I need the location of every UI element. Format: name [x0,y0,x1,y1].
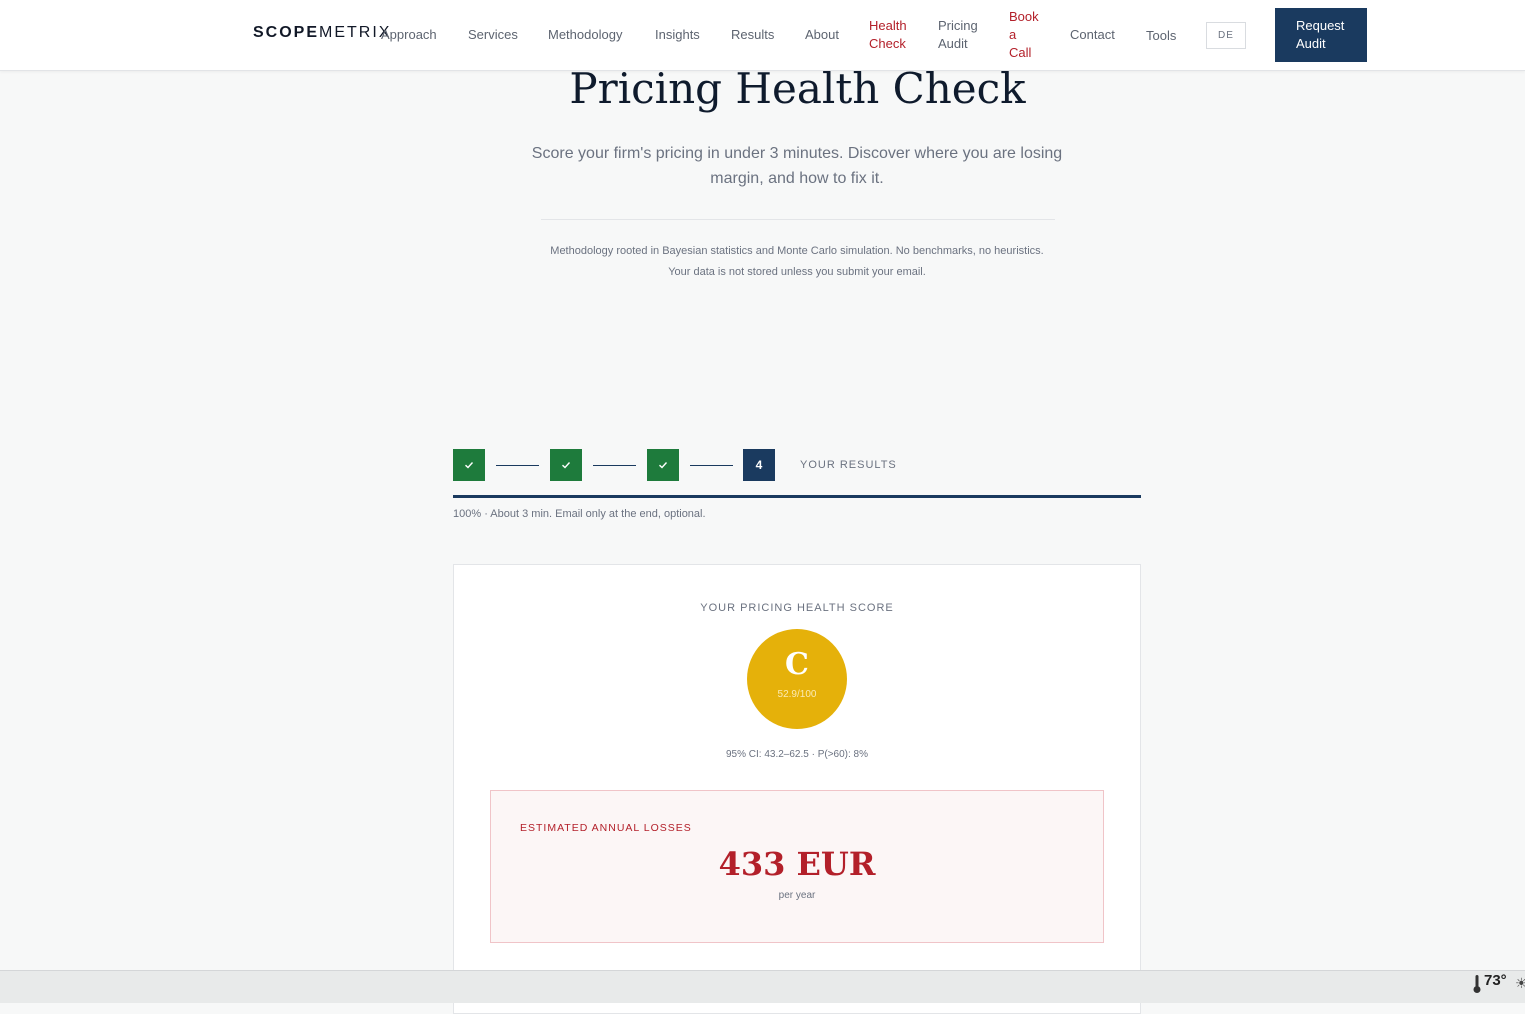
step-1-complete[interactable] [453,449,485,481]
step-connector [690,465,733,466]
methodology-note: Methodology rooted in Bayesian statistic… [500,241,1094,283]
page-subtitle: Score your firm's pricing in under 3 min… [531,145,1063,187]
request-audit-line1: Request [1296,18,1345,33]
nav-book-call-line2: a [1009,27,1017,42]
loss-value: 433 EUR [718,845,876,883]
loss-unit: per year [778,890,816,901]
step-connector [593,465,636,466]
language-toggle[interactable]: DE [1206,22,1246,49]
check-icon [465,462,474,469]
step-3-complete[interactable] [647,449,679,481]
nav-services[interactable]: Services [468,26,518,44]
step-connector [496,465,539,466]
logo[interactable]: SCOPEMETRIX [253,24,391,42]
weather-temperature[interactable]: 73° [1484,972,1507,989]
nav-contact[interactable]: Contact [1070,26,1115,44]
nav-pricing-audit[interactable]: Pricing Audit [938,17,978,53]
step-2-complete[interactable] [550,449,582,481]
nav-book-a-call[interactable]: Book a Call [1009,8,1039,62]
step-4-current: 4 [743,449,775,481]
request-audit-line2: Audit [1296,36,1326,51]
privacy-line: Your data is not stored unless you submi… [668,266,926,278]
progress-text: 100% · About 3 min. Email only at the en… [453,508,706,520]
nav-approach[interactable]: Approach [381,26,437,44]
nav-pricing-audit-line2: Audit [938,36,968,51]
taskbar [0,970,1525,1003]
nav-book-call-line3: Call [1009,45,1032,60]
nav-health-check-line2: Check [869,36,906,51]
confidence-interval: 95% CI: 43.2–62.5 · P(>60): 8% [725,749,869,760]
check-icon [562,462,571,469]
progress-bar-fill [453,495,1141,498]
sun-icon: ☀ [1515,975,1525,991]
nav-pricing-audit-line1: Pricing [938,18,978,33]
nav-insights[interactable]: Insights [655,26,700,44]
check-icon [659,462,668,469]
nav-methodology[interactable]: Methodology [548,26,622,44]
loss-label: ESTIMATED ANNUAL LOSSES [520,822,692,834]
nav-results[interactable]: Results [731,26,774,44]
nav-health-check[interactable]: Health Check [869,17,907,53]
score-label: YOUR PRICING HEALTH SCORE [700,602,894,614]
page-title: Pricing Health Check [569,64,1026,113]
nav-health-check-line1: Health [869,18,907,33]
progress-bar [453,495,1141,498]
top-nav: SCOPEMETRIX Approach Services Methodolog… [0,0,1525,71]
request-audit-button[interactable]: Request Audit [1275,8,1367,62]
nav-tools[interactable]: Tools [1146,27,1176,45]
thermometer-icon [1473,975,1481,993]
score-value: 52.9/100 [777,689,817,700]
grade-badge: C 52.9/100 [747,629,847,729]
methodology-line: Methodology rooted in Bayesian statistic… [550,245,1044,257]
hero-divider [541,219,1055,220]
grade-letter: C [785,647,809,682]
step-label: YOUR RESULTS [800,459,897,471]
nav-book-call-line1: Book [1009,9,1039,24]
nav-about[interactable]: About [805,26,839,44]
